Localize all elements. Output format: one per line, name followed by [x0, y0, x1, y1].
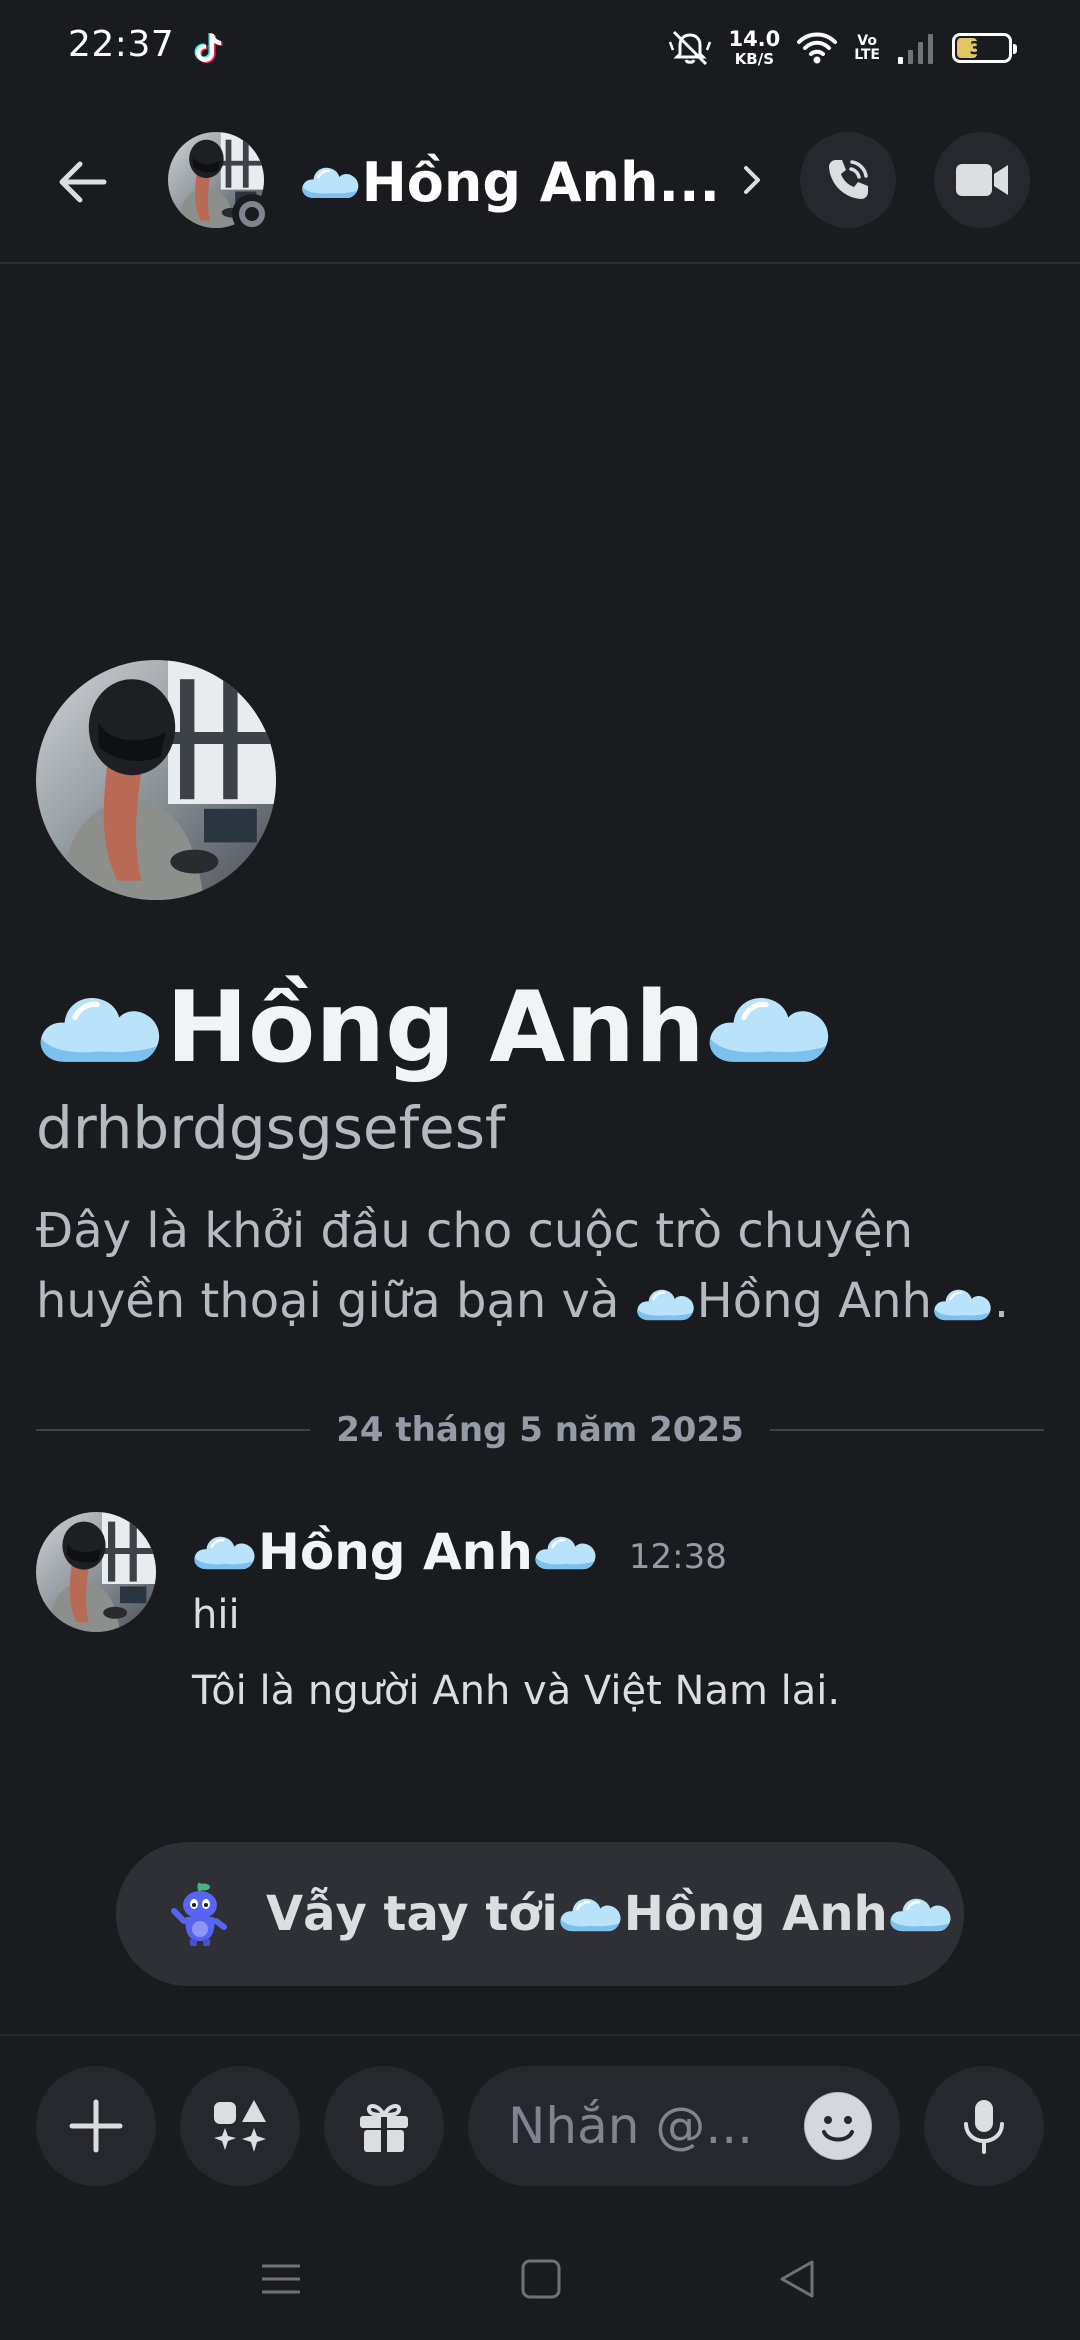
wave-button-prefix: Vẫy tay tới [266, 1886, 558, 1942]
phone-call-icon [829, 160, 868, 199]
profile-username: drhbrdgsgsefesf [36, 1094, 506, 1162]
signal-icon [898, 34, 933, 64]
message-header: Hồng Anh 12:38 [192, 1520, 727, 1584]
cloud-emoji-icon [558, 1892, 624, 1936]
message-input[interactable]: Nhắn @... [468, 2066, 900, 2186]
microphone-icon [964, 2100, 1004, 2154]
header-avatar[interactable] [168, 132, 272, 234]
contact-name: Hồng Anh... [361, 150, 720, 214]
emoji-button[interactable] [804, 2092, 872, 2160]
volte-bottom: LTE [854, 47, 880, 63]
arrow-left-icon [59, 161, 107, 203]
cloud-emoji-icon [635, 1284, 697, 1324]
message-input-placeholder: Nhắn @... [508, 2097, 753, 2155]
profile-avatar[interactable] [36, 660, 276, 900]
screen: 22:37 14.0 KB/S Vo LTE 37 Hồng Anh... Hồ… [0, 0, 1080, 2340]
offline-status-indicator [232, 194, 272, 234]
message-author-avatar[interactable] [36, 1512, 156, 1632]
message-timestamp: 12:38 [628, 1537, 727, 1577]
conversation-start-description: Đây là khởi đầu cho cuộc trò chuyện huyề… [36, 1196, 1046, 1336]
plus-icon [69, 2099, 123, 2153]
voice-message-button[interactable] [924, 2066, 1044, 2186]
system-navigation-bar [0, 2214, 1080, 2340]
network-speed-value: 14.0 [728, 27, 781, 51]
tiktok-notification-icon [194, 33, 223, 63]
battery-indicator: 37 [952, 33, 1017, 63]
status-icons: 14.0 KB/S Vo LTE 37 [668, 26, 1017, 70]
wumpus-wave-icon [171, 1882, 227, 1946]
cloud-emoji-icon [533, 1530, 599, 1574]
gift-icon [360, 2104, 408, 2152]
video-call-button[interactable] [934, 132, 1030, 228]
voice-call-button[interactable] [800, 132, 896, 228]
video-camera-icon [956, 164, 1008, 196]
status-time: 22:37 [68, 24, 175, 65]
cloud-emoji-icon [192, 1530, 258, 1574]
date-divider: 24 tháng 5 năm 2025 [36, 1404, 1044, 1456]
cloud-emoji-icon [888, 1892, 954, 1936]
add-attachment-button[interactable] [36, 2066, 156, 2186]
home-icon[interactable] [518, 2256, 564, 2302]
message-text[interactable]: hii [192, 1592, 240, 1638]
apps-button[interactable] [180, 2066, 300, 2186]
message-text[interactable]: Tôi là người Anh và Việt Nam lai. [192, 1668, 840, 1714]
volte-indicator: Vo LTE [854, 34, 880, 62]
description-name: Hồng Anh [696, 1273, 932, 1329]
message-author[interactable]: Hồng Anh [192, 1523, 599, 1581]
network-speed-unit: KB/S [734, 50, 775, 68]
chevron-right-icon[interactable] [732, 160, 772, 200]
date-divider-label: 24 tháng 5 năm 2025 [336, 1410, 744, 1450]
cloud-emoji-icon [705, 985, 835, 1071]
cloud-emoji-icon [932, 1284, 994, 1324]
back-triangle-icon[interactable] [774, 2256, 820, 2302]
apps-icon [214, 2100, 266, 2152]
message-author-name: Hồng Anh [258, 1523, 533, 1581]
divider-line [769, 1429, 1044, 1431]
volte-top: Vo [857, 33, 877, 49]
back-button[interactable] [46, 146, 118, 218]
cloud-emoji-icon [36, 985, 166, 1071]
vibrate-mute-icon [669, 30, 712, 66]
wave-button-label: Vẫy tay tới Hồng Anh [266, 1886, 954, 1942]
wave-button[interactable]: Vẫy tay tới Hồng Anh [116, 1842, 964, 1986]
wifi-icon [797, 32, 838, 64]
recent-apps-icon[interactable] [258, 2256, 304, 2302]
network-speed: 14.0 KB/S [728, 29, 780, 67]
message-composer: Nhắn @... [0, 2034, 1080, 2214]
profile-name-text: Hồng Anh [166, 971, 705, 1085]
cloud-emoji-icon [300, 158, 362, 206]
description-suffix: . [993, 1273, 1010, 1329]
emoji-icon [805, 2093, 871, 2159]
chat-header: Hồng Anh... [0, 96, 1080, 264]
gift-button[interactable] [324, 2066, 444, 2186]
status-bar: 22:37 14.0 KB/S Vo LTE 37 [0, 0, 1080, 96]
divider-line [36, 1429, 311, 1431]
profile-display-name: Hồng Anh [36, 968, 835, 1088]
battery-level: 37 [969, 37, 995, 59]
contact-name-button[interactable]: Hồng Anh... [300, 142, 720, 222]
wave-button-name: Hồng Anh [623, 1886, 888, 1942]
